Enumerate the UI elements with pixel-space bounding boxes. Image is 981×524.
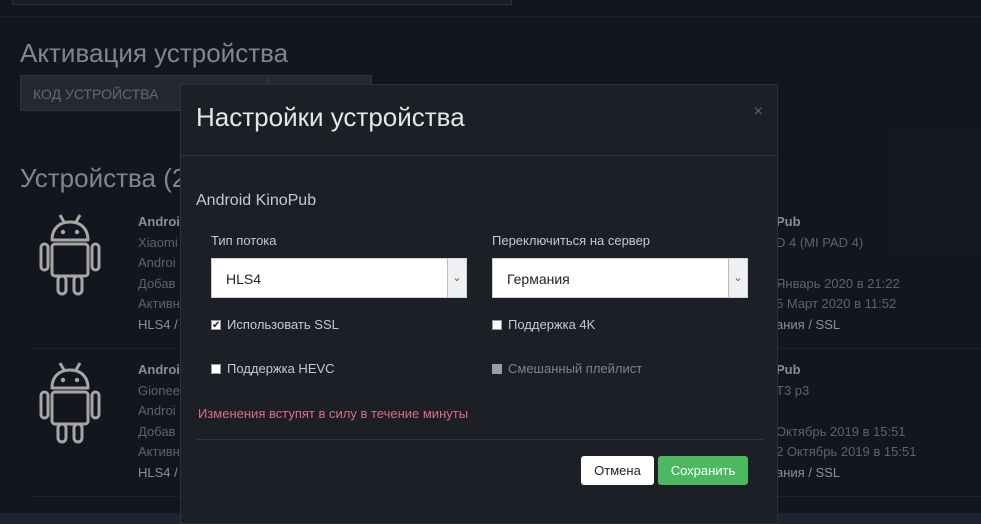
footer-divider xyxy=(196,439,764,440)
ssl-checkbox[interactable]: ✔ Использовать SSL xyxy=(211,317,339,332)
mixed-playlist-label: Смешанный плейлист xyxy=(508,361,643,376)
device-settings-modal: Настройки устройства × Android KinoPub Т… xyxy=(180,84,778,524)
notice-text: Изменения вступят в силу в течение минут… xyxy=(198,406,469,421)
chevron-down-icon: ⌄ xyxy=(447,259,466,297)
server-value: Германия xyxy=(507,271,570,287)
close-icon[interactable]: × xyxy=(754,103,763,121)
modal-device-name: Android KinoPub xyxy=(196,192,317,209)
modal-title: Настройки устройства xyxy=(196,102,465,132)
checkbox-box-icon xyxy=(492,319,502,330)
checkmark-icon: ✔ xyxy=(211,319,221,331)
hevc-checkbox[interactable]: Поддержка HEVC xyxy=(211,361,335,376)
checkbox-box-icon xyxy=(211,363,221,374)
hevc-label: Поддержка HEVC xyxy=(227,361,335,376)
server-select[interactable]: Германия ⌄ xyxy=(492,258,748,298)
4k-label: Поддержка 4K xyxy=(508,317,596,332)
mixed-playlist-checkbox: Смешанный плейлист xyxy=(492,361,642,376)
stream-type-label: Тип потока xyxy=(211,233,277,248)
ssl-label: Использовать SSL xyxy=(227,317,339,332)
chevron-down-icon: ⌄ xyxy=(728,259,747,297)
save-button[interactable]: Сохранить xyxy=(658,456,748,485)
modal-header: Настройки устройства × xyxy=(181,85,777,156)
server-label: Переключиться на сервер xyxy=(492,233,651,248)
checkbox-box-icon xyxy=(492,363,502,374)
cancel-button[interactable]: Отмена xyxy=(581,456,654,485)
stream-type-select[interactable]: HLS4 ⌄ xyxy=(211,258,467,298)
stream-type-value: HLS4 xyxy=(226,271,262,287)
4k-checkbox[interactable]: Поддержка 4K xyxy=(492,317,595,332)
